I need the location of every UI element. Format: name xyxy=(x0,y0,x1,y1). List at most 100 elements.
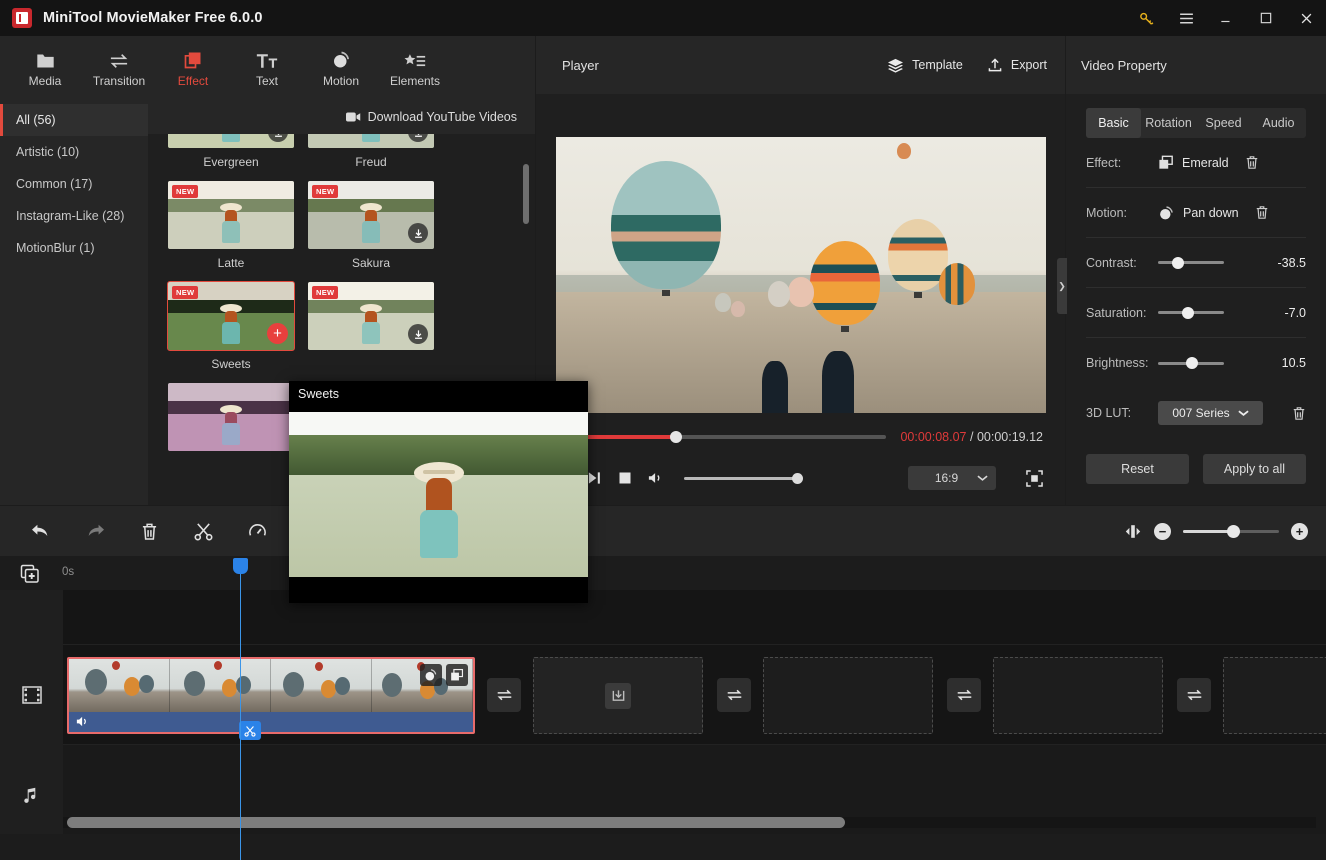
timeline-ruler[interactable]: 0s xyxy=(0,556,1326,590)
split-icon[interactable] xyxy=(176,511,230,551)
effect-card-7[interactable] xyxy=(168,383,294,458)
category-artistic[interactable]: Artistic (10) xyxy=(0,136,148,168)
panel-collapse-handle[interactable]: ❯ xyxy=(1057,258,1067,314)
tool-tab-elements[interactable]: Elements xyxy=(378,38,452,98)
fit-to-window-icon[interactable] xyxy=(1124,524,1142,539)
delete-icon[interactable] xyxy=(122,511,176,551)
brightness-handle[interactable] xyxy=(1186,357,1199,369)
fullscreen-icon[interactable] xyxy=(1026,469,1043,487)
tab-speed[interactable]: Speed xyxy=(1196,108,1251,138)
effect-grid-scrollbar[interactable] xyxy=(523,164,529,224)
category-instagram-like[interactable]: Instagram-Like (28) xyxy=(0,200,148,232)
maximize-icon[interactable] xyxy=(1246,0,1286,36)
seek-handle[interactable] xyxy=(670,431,683,443)
timeline-scroll-thumb[interactable] xyxy=(67,817,845,828)
tool-tab-text[interactable]: Text xyxy=(230,38,304,98)
transition-slot-2[interactable] xyxy=(717,678,751,712)
close-icon[interactable] xyxy=(1286,0,1326,36)
seek-bar[interactable] xyxy=(558,431,887,443)
media-drop-slot-2[interactable] xyxy=(763,657,933,734)
video-preview[interactable] xyxy=(555,137,1046,413)
saturation-slider[interactable] xyxy=(1158,306,1224,319)
timeline-playhead[interactable] xyxy=(233,558,248,860)
category-motionblur-label: MotionBlur (1) xyxy=(16,241,95,255)
timeline-horizontal-scrollbar[interactable] xyxy=(63,817,1316,828)
volume-icon[interactable] xyxy=(648,471,664,485)
tool-tab-media-label: Media xyxy=(28,74,62,88)
contrast-handle[interactable] xyxy=(1171,256,1184,269)
key-icon[interactable] xyxy=(1126,0,1166,36)
category-common[interactable]: Common (17) xyxy=(0,168,148,200)
next-frame-icon[interactable] xyxy=(587,471,602,485)
zoom-out-button[interactable]: − xyxy=(1154,522,1171,540)
effect-thumbnail[interactable] xyxy=(308,134,434,148)
add-effect-icon[interactable]: + xyxy=(267,323,288,344)
delete-motion-icon[interactable] xyxy=(1255,205,1269,220)
clip-volume-icon[interactable] xyxy=(76,715,90,728)
effect-card-sweets[interactable]: NEW + Sweets xyxy=(167,281,295,371)
tool-tab-effect[interactable]: Effect xyxy=(156,38,230,98)
hamburger-menu-icon[interactable] xyxy=(1166,0,1206,36)
tab-audio[interactable]: Audio xyxy=(1251,108,1306,138)
contrast-slider[interactable] xyxy=(1158,256,1224,269)
volume-slider[interactable] xyxy=(684,472,803,484)
zoom-handle[interactable] xyxy=(1226,524,1240,538)
template-button[interactable]: Template xyxy=(887,58,963,73)
effect-thumbnail[interactable]: NEW xyxy=(308,282,434,350)
timeline-zoom-controls: − + xyxy=(1124,522,1326,540)
clip-effect-icon[interactable] xyxy=(446,664,468,686)
media-drop-slot-3[interactable] xyxy=(993,657,1163,734)
stop-icon[interactable] xyxy=(618,471,632,485)
delete-lut-icon[interactable] xyxy=(1292,406,1306,421)
transition-slot-1[interactable] xyxy=(487,678,521,712)
minimize-icon[interactable] xyxy=(1206,0,1246,36)
effect-name: Sweets xyxy=(211,357,251,371)
layers-icon xyxy=(887,58,904,73)
export-button[interactable]: Export xyxy=(987,57,1047,73)
zoom-in-button[interactable]: + xyxy=(1291,522,1308,540)
effect-card-6[interactable]: NEW xyxy=(308,282,434,371)
reset-button[interactable]: Reset xyxy=(1086,454,1189,484)
track-text[interactable] xyxy=(63,590,1326,645)
add-track-icon[interactable] xyxy=(20,564,40,584)
effect-thumbnail[interactable]: NEW xyxy=(308,181,434,249)
speed-icon[interactable] xyxy=(230,511,284,551)
effect-card-freud[interactable]: Freud xyxy=(308,134,434,169)
effect-card-sakura[interactable]: NEW Sakura xyxy=(308,181,434,270)
media-drop-slot-1[interactable] xyxy=(533,657,703,734)
split-marker-icon[interactable] xyxy=(239,721,261,740)
undo-icon[interactable] xyxy=(14,511,68,551)
transition-slot-4[interactable] xyxy=(1177,678,1211,712)
download-icon[interactable] xyxy=(408,223,428,243)
tab-rotation[interactable]: Rotation xyxy=(1141,108,1196,138)
download-youtube-videos-button[interactable]: Download YouTube Videos xyxy=(148,100,535,134)
lut-select[interactable]: 007 Series xyxy=(1158,401,1263,425)
effect-thumbnail[interactable] xyxy=(168,383,294,451)
redo-icon[interactable] xyxy=(68,511,122,551)
effect-thumbnail[interactable]: NEW xyxy=(168,181,294,249)
zoom-slider[interactable] xyxy=(1183,524,1279,538)
saturation-handle[interactable] xyxy=(1182,306,1195,319)
effect-card-evergreen[interactable]: Evergreen xyxy=(168,134,294,169)
delete-effect-icon[interactable] xyxy=(1245,155,1259,170)
effect-card-latte[interactable]: NEW Latte xyxy=(168,181,294,270)
effect-thumbnail[interactable] xyxy=(168,134,294,148)
tool-tab-transition[interactable]: Transition xyxy=(82,38,156,98)
track-video[interactable] xyxy=(63,645,1326,745)
apply-to-all-button[interactable]: Apply to all xyxy=(1203,454,1306,484)
download-icon[interactable] xyxy=(408,324,428,344)
category-motionblur[interactable]: MotionBlur (1) xyxy=(0,232,148,264)
brightness-slider[interactable] xyxy=(1158,357,1224,369)
volume-handle[interactable] xyxy=(792,472,803,484)
timeline-clip[interactable] xyxy=(67,657,475,734)
transition-slot-3[interactable] xyxy=(947,678,981,712)
clip-motion-icon[interactable] xyxy=(420,664,442,686)
tool-tab-motion[interactable]: Motion xyxy=(304,38,378,98)
tool-tab-media[interactable]: Media xyxy=(8,38,82,98)
tab-basic[interactable]: Basic xyxy=(1086,108,1141,138)
playhead-handle[interactable] xyxy=(233,558,248,574)
media-drop-slot-4[interactable] xyxy=(1223,657,1326,734)
category-all[interactable]: All (56) xyxy=(0,104,148,136)
effect-thumbnail[interactable]: NEW + xyxy=(167,281,295,351)
aspect-ratio-select[interactable]: 16:9 xyxy=(908,466,996,490)
